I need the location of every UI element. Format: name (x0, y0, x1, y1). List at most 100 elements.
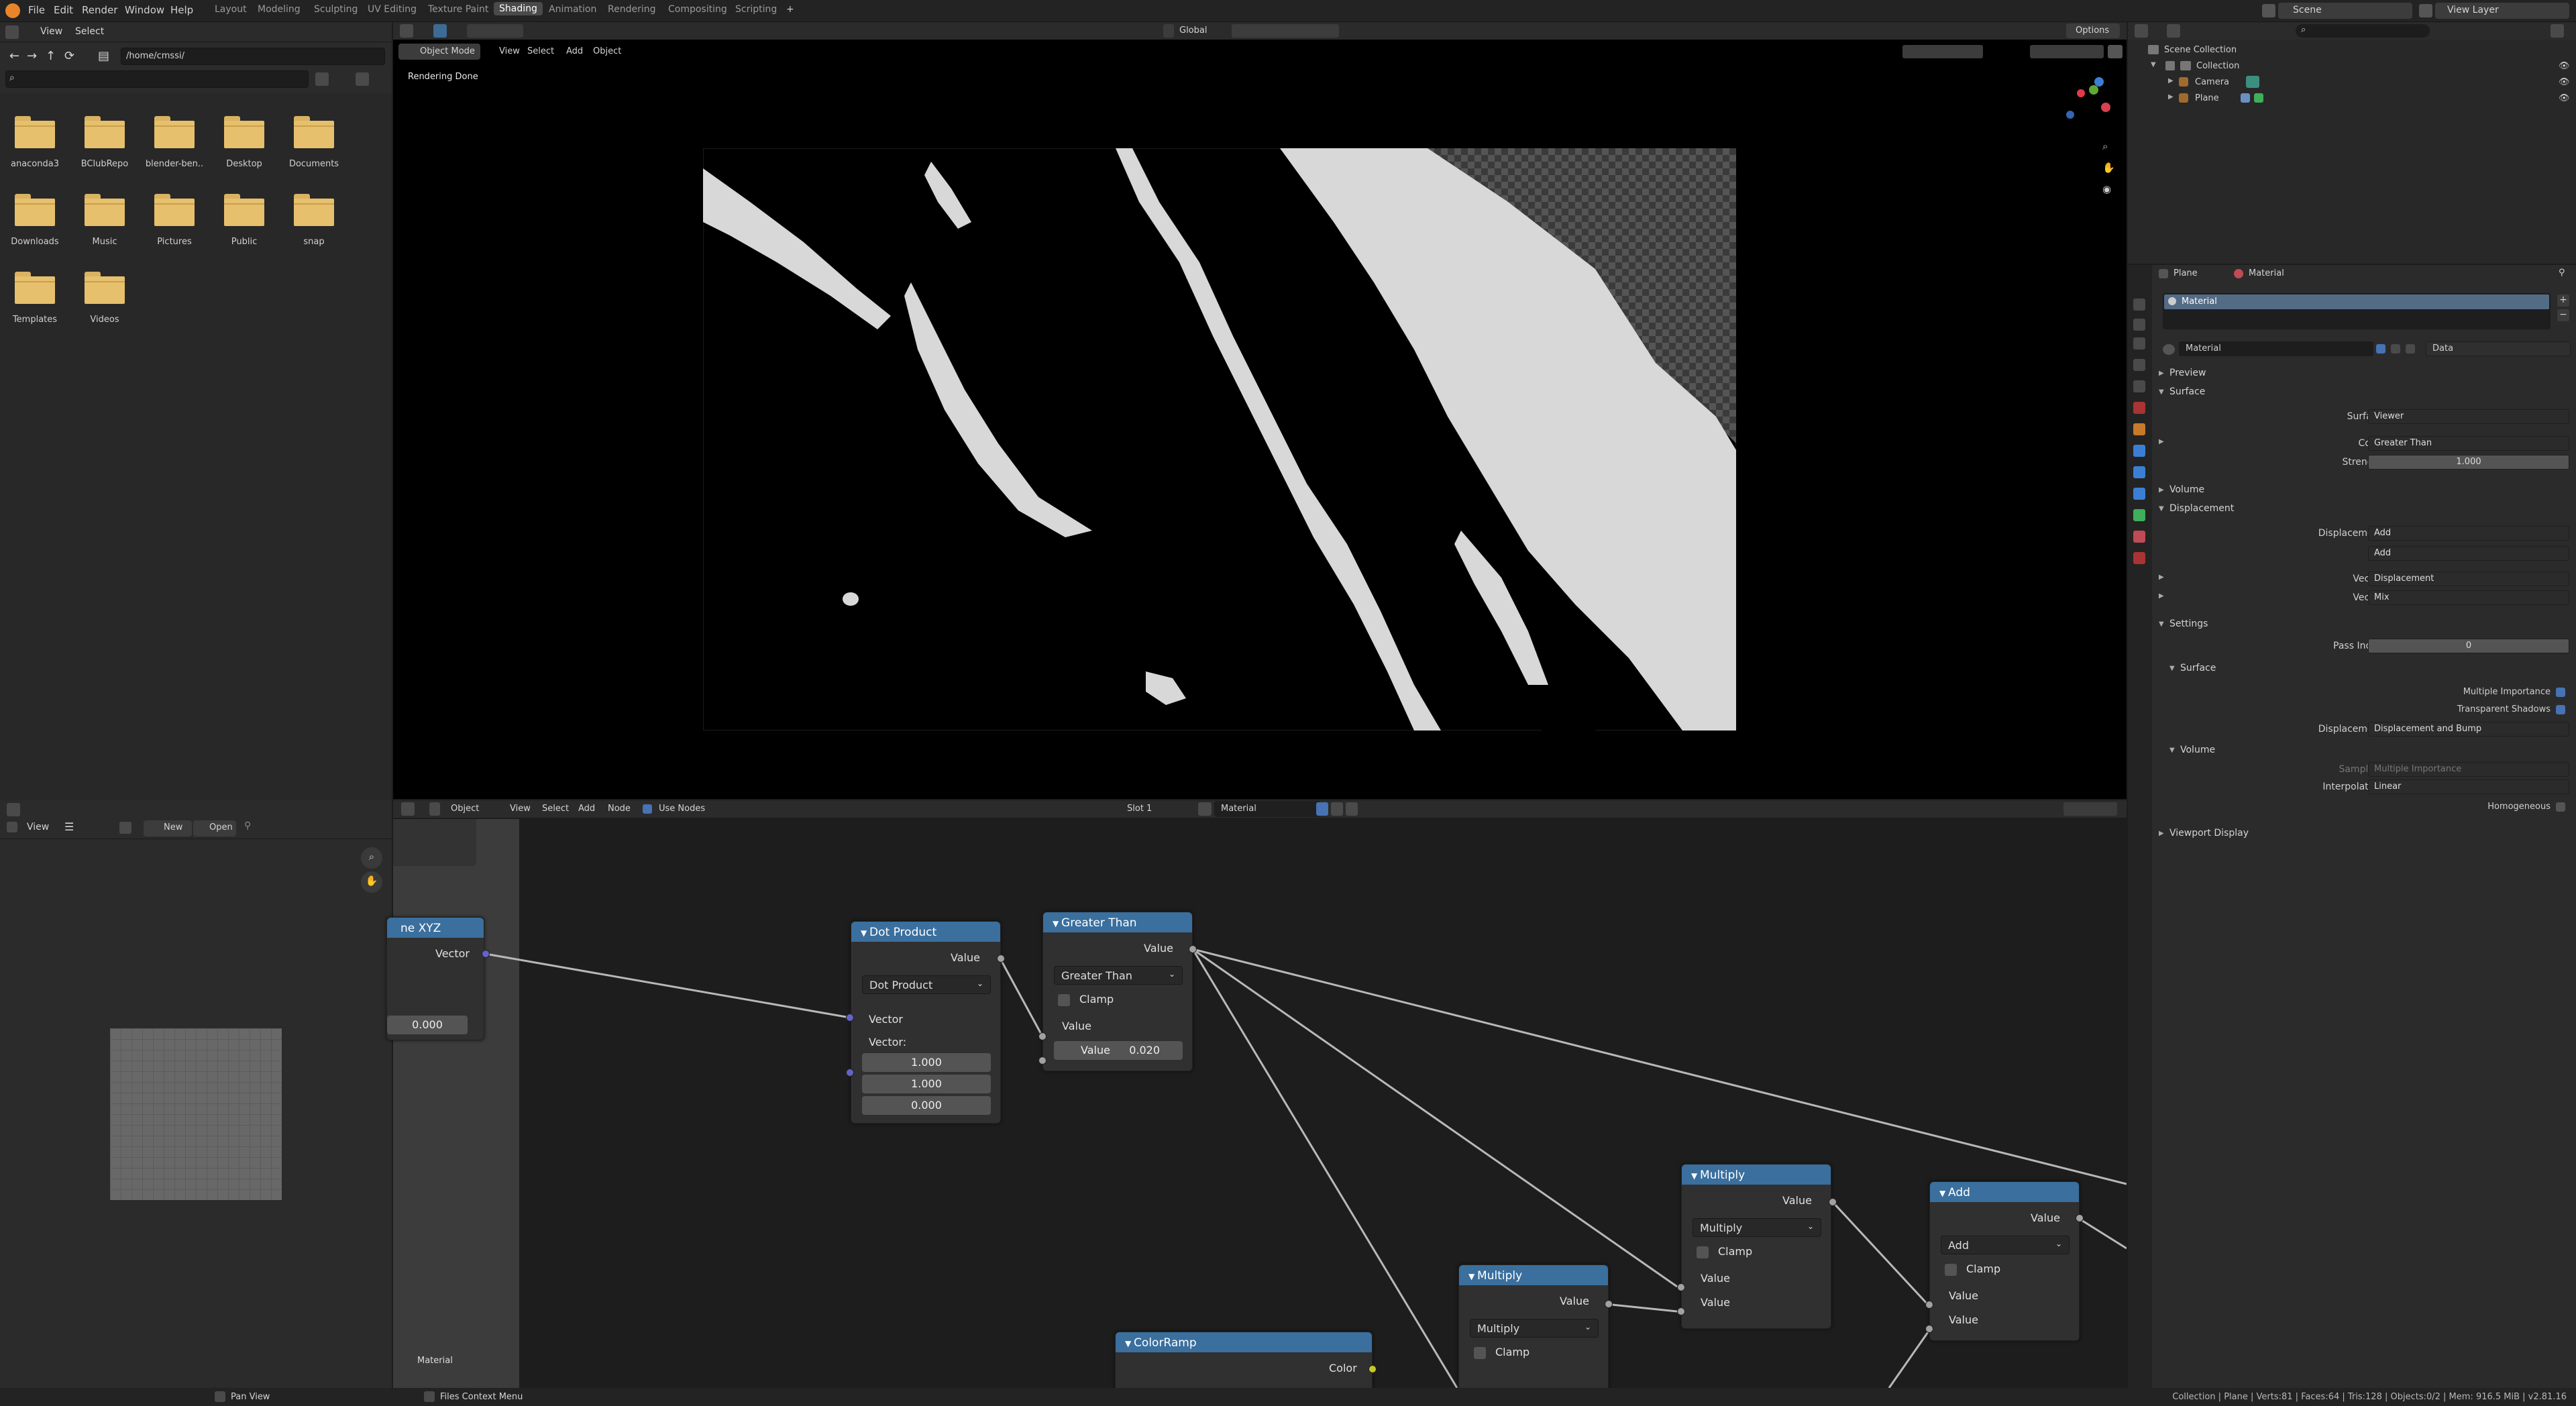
world-tab-icon[interactable] (2133, 402, 2145, 414)
hamburger-menu-icon[interactable]: ☰ (64, 820, 74, 833)
duplicate-material-icon[interactable] (1331, 802, 1343, 816)
output-socket[interactable] (1829, 1198, 1837, 1206)
eye-icon[interactable]: 👁 (2559, 61, 2570, 71)
open-image-button[interactable]: Open (209, 822, 233, 832)
color-output-socket[interactable] (1368, 1365, 1377, 1373)
folder-label[interactable]: snap (280, 237, 347, 247)
displacement-method-dropdown[interactable]: Displacement and Bump (2368, 722, 2569, 737)
frame-node[interactable] (393, 819, 519, 1388)
zoom-icon[interactable]: ⌕ (2102, 140, 2118, 156)
preview-section-header[interactable]: Preview (2169, 368, 2206, 378)
transparent-shadows-checkbox[interactable] (2556, 705, 2565, 714)
scene-tab-icon[interactable] (2133, 380, 2145, 392)
folder-icon[interactable] (294, 116, 334, 148)
vector-x-field[interactable]: 1.000 (862, 1053, 991, 1072)
input-socket[interactable] (846, 1069, 854, 1077)
input-socket[interactable] (1038, 1032, 1046, 1040)
editor-type-icon[interactable] (400, 24, 413, 38)
tab-modeling[interactable]: Modeling (258, 4, 301, 15)
clamp-checkbox[interactable] (1474, 1347, 1486, 1359)
expand-arrow-icon[interactable]: ▶ (2159, 370, 2164, 377)
new-folder-icon[interactable]: ▤ (98, 49, 109, 63)
fb-menu-select[interactable]: Select (75, 26, 104, 37)
modifier-icon[interactable] (2241, 93, 2250, 103)
input-socket[interactable] (1925, 1325, 1933, 1333)
output-socket[interactable] (1605, 1300, 1613, 1308)
blender-logo-icon[interactable] (5, 3, 20, 18)
view-layer-selector[interactable]: View Layer (2447, 5, 2499, 15)
scene-selector[interactable]: Scene (2293, 5, 2322, 15)
overlay-gizmo-icons[interactable] (1902, 45, 1983, 58)
folder-label[interactable]: anaconda3 (1, 159, 68, 169)
folder-label[interactable]: Downloads (1, 237, 68, 247)
input-socket[interactable] (1925, 1301, 1933, 1309)
display-mode-icon[interactable] (315, 72, 329, 86)
tab-scripting[interactable]: Scripting (735, 4, 777, 15)
checkbox-icon[interactable] (2165, 61, 2175, 70)
folder-label[interactable]: BClubRepo (71, 159, 138, 169)
gizmo-x-axis[interactable] (2101, 103, 2110, 112)
settings-section-header[interactable]: Settings (2169, 618, 2208, 629)
options-dropdown[interactable]: Options (2076, 25, 2109, 36)
vector-y-field[interactable]: 1.000 (862, 1075, 991, 1093)
camera-view-icon[interactable]: ◉ (2102, 183, 2118, 199)
display-mode-icon[interactable] (2167, 24, 2180, 38)
scene-icon[interactable] (2262, 4, 2275, 17)
breadcrumb-object[interactable]: Plane (2174, 268, 2198, 278)
zoom-icon[interactable]: ⌕ (361, 847, 382, 869)
folder-icon[interactable] (85, 116, 125, 148)
particles-tab-icon[interactable] (2133, 466, 2145, 478)
clamp-checkbox[interactable] (1058, 994, 1070, 1006)
input-socket[interactable] (1677, 1307, 1685, 1315)
slot-selector[interactable]: Slot 1 (1127, 804, 1152, 814)
remove-slot-icon[interactable]: − (2557, 309, 2569, 321)
operation-dropdown[interactable]: Greater Than ⌄ (1054, 966, 1183, 985)
view-layer-tab-icon[interactable] (2133, 359, 2145, 371)
filter-search-input[interactable] (5, 70, 309, 88)
shader-type-icon[interactable] (429, 802, 440, 816)
folder-label[interactable]: Desktop (211, 159, 278, 169)
folder-icon[interactable] (85, 194, 125, 226)
pause-render-icon[interactable] (2108, 45, 2123, 58)
operation-dropdown[interactable]: Dot Product ⌄ (862, 975, 991, 994)
add-node[interactable]: ▼ Add Value Add ⌄ Clamp Value Value (1929, 1181, 2080, 1341)
tab-shading[interactable]: Shading (494, 2, 543, 15)
output-socket[interactable] (2076, 1214, 2084, 1222)
tab-compositing[interactable]: Compositing (668, 4, 727, 15)
folder-label[interactable]: Pictures (141, 237, 208, 247)
expand-arrow-icon[interactable]: ▼ (2159, 388, 2164, 396)
pin-icon[interactable]: ⚲ (2559, 268, 2565, 278)
render-tab-icon[interactable] (2133, 319, 2145, 331)
data-tab-icon[interactable] (2133, 509, 2145, 521)
material-browse-icon[interactable] (2163, 344, 2175, 355)
new-image-button[interactable]: New (164, 822, 182, 832)
eye-icon[interactable]: 👁 (2559, 77, 2570, 87)
multiply-node-lower[interactable]: ▼ Multiply Value Multiply ⌄ Clamp (1458, 1264, 1609, 1399)
tab-uv-editing[interactable]: UV Editing (368, 4, 417, 15)
vector-z-field[interactable]: 0.000 (862, 1096, 991, 1115)
output-tab-icon[interactable] (2133, 337, 2145, 349)
shading-mode-icons[interactable] (2030, 45, 2104, 58)
expand-arrow-icon[interactable]: ▶ (2159, 830, 2164, 837)
expand-arrow-icon[interactable]: ▼ (2169, 747, 2175, 754)
hand-pan-icon[interactable]: ✋ (361, 871, 382, 893)
editor-type-icon[interactable] (401, 802, 415, 816)
image-mode-icon[interactable] (7, 822, 17, 832)
eye-icon[interactable]: 👁 (2559, 93, 2570, 103)
editor-type-icon[interactable] (2135, 24, 2148, 38)
editor-type-icon[interactable] (7, 803, 20, 816)
interpolation-dropdown[interactable]: Linear (2368, 779, 2569, 794)
expand-arrow-icon[interactable]: ▶ (2159, 438, 2164, 445)
material-name-field[interactable]: Material (2186, 343, 2221, 354)
add-workspace-button[interactable]: + (786, 4, 794, 15)
tab-rendering[interactable]: Rendering (608, 4, 656, 15)
collapse-arrow-icon[interactable]: ▼ (1053, 919, 1061, 928)
duplicate-icon[interactable] (2391, 344, 2400, 354)
editor-type-icon[interactable] (5, 25, 19, 39)
pin-icon[interactable] (1363, 802, 1375, 816)
input-socket[interactable] (1038, 1057, 1046, 1065)
value-field[interactable]: 0.000 (387, 1016, 468, 1034)
add-slot-icon[interactable]: + (2557, 294, 2569, 307)
collapse-arrow-icon[interactable]: ▼ (1125, 1339, 1134, 1348)
dot-product-node[interactable]: ▼ Dot Product Value Dot Product ⌄ Vector … (851, 921, 1001, 1124)
